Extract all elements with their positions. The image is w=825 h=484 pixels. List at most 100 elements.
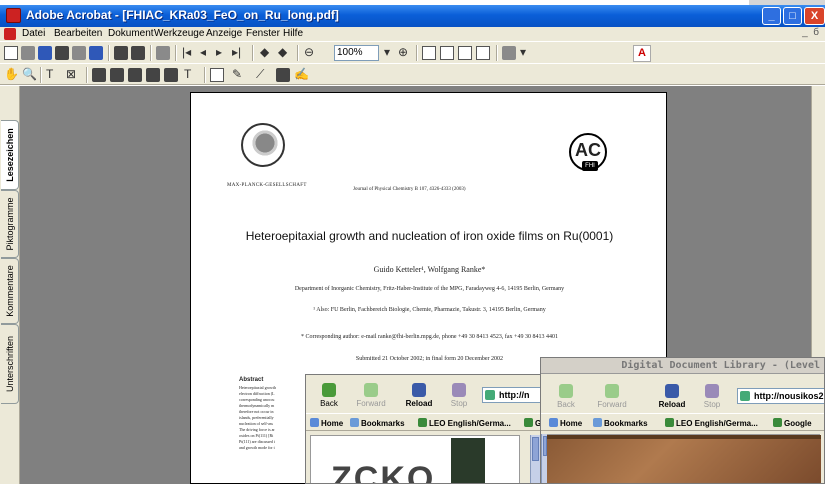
toolbar-tools: ✋ 🔍 T ⊠ T ✎ ⟋ ✍ [0,63,825,85]
document-icon[interactable] [4,28,16,40]
web-capture-icon[interactable] [89,46,103,60]
previous-view-icon[interactable]: ◆ [260,45,269,59]
menu-bar: Datei Bearbeiten Dokument Werkzeuge Anze… [0,27,825,41]
signature-tool-icon[interactable]: ✍ [294,67,309,81]
next-page-icon[interactable]: ▸ [216,45,222,59]
paper-authors: Guido Ketteler¹, Wolfgang Ranke* [373,265,486,274]
zoom-tool-icon[interactable]: 🔍 [22,67,37,81]
menu-datei[interactable]: Datei [22,28,45,39]
touchup-text-tool-icon[interactable]: T [184,67,191,81]
open-icon[interactable] [4,46,18,60]
text-select-tool-icon[interactable]: T [46,67,53,81]
browser-window-left[interactable]: Back Forward Reload Stop http://n Home B… [305,374,545,484]
menu-fenster[interactable]: Fenster [246,28,280,39]
forward-button-right[interactable]: Forward [595,384,629,409]
tab-piktogramme[interactable]: Piktogramme [1,190,19,258]
rotate-view-icon[interactable] [502,46,516,60]
browser-content-left[interactable]: ZCKO [310,435,520,483]
bookmark-leo-right[interactable]: LEO English/Germa... [665,418,758,428]
crop-tool-icon[interactable] [110,68,124,82]
browser-right-title[interactable]: Digital Document Library - (Level [541,358,824,374]
navigation-panel: Lesezeichen Piktogramme Kommentare Unter… [0,86,20,484]
browse-icon[interactable] [21,46,35,60]
find-icon[interactable] [114,46,128,60]
article-tool-icon[interactable] [92,68,106,82]
zoom-in-icon[interactable]: ⊕ [398,45,408,59]
search-icon[interactable] [131,46,145,60]
maximize-button[interactable]: □ [783,7,802,25]
bookmarks-menu-right[interactable]: Bookmarks [593,418,648,428]
print-icon[interactable] [55,46,69,60]
browser-window-right[interactable]: Digital Document Library - (Level Back F… [540,357,825,484]
previous-page-icon[interactable]: ◂ [200,45,206,59]
hand-tool-icon[interactable]: ✋ [4,67,19,81]
forward-button[interactable]: Forward [354,383,388,408]
browser-right-scrollbar[interactable] [541,434,547,483]
menu-hilfe[interactable]: Hilfe [283,28,303,39]
graphics-select-tool-icon[interactable]: ⊠ [66,67,76,81]
note-tool-icon[interactable] [210,68,224,82]
document-thumbnail[interactable] [451,438,485,483]
stop-button[interactable]: Stop [442,383,476,408]
menu-werkzeuge[interactable]: Werkzeuge [154,28,204,39]
email-icon[interactable] [72,46,86,60]
bookmarks-toolbar-right: Home Bookmarks LEO English/Germa... Goog… [541,413,824,431]
line-tool-icon[interactable]: ⟋ [256,67,264,82]
minimize-button[interactable]: _ [762,7,781,25]
bookmark-google-right[interactable]: Google [773,418,812,428]
url-input[interactable]: http://n [482,387,544,403]
bookmarks-menu[interactable]: Bookmarks [350,418,405,428]
fit-width-icon[interactable] [458,46,472,60]
adobe-logo-icon[interactable]: A [633,45,651,62]
back-arrow-icon [322,383,336,397]
fit-page-icon[interactable] [440,46,454,60]
browser-content-right[interactable] [545,434,821,483]
zoom-input[interactable]: 100% [334,45,379,61]
first-page-icon[interactable]: |◂ [182,45,191,59]
close-button[interactable]: X [804,7,825,25]
reload-button-right[interactable]: Reload [655,384,689,409]
back-button[interactable]: Back [312,383,346,408]
actual-size-icon[interactable] [422,46,436,60]
movie-tool-icon[interactable] [164,68,178,82]
menu-anzeige[interactable]: Anzeige [206,28,242,39]
stamp-tool-icon[interactable] [276,68,290,82]
bookmark-home-right[interactable]: Home [549,418,582,428]
browser-left-scrollbar[interactable] [530,435,540,483]
show-hide-navigation-icon[interactable] [156,46,170,60]
menu-bearbeiten[interactable]: Bearbeiten [54,28,102,39]
url-input-right[interactable]: http://nousikos2 [737,388,824,404]
next-view-icon[interactable]: ◆ [278,45,287,59]
document-window-controls[interactable]: _ б [802,27,819,38]
title-bar[interactable]: Adobe Acrobat - [FHIAC_KRa03_FeO_on_Ru_l… [0,5,825,27]
save-icon[interactable] [38,46,52,60]
last-page-icon[interactable]: ▸| [232,45,241,59]
stop-button-right[interactable]: Stop [695,384,729,409]
pencil-tool-icon[interactable]: ✎ [232,67,242,81]
bookmark-leo[interactable]: LEO English/Germa... [418,418,511,428]
fit-visible-icon[interactable] [476,46,490,60]
forward-arrow-icon [605,384,619,398]
back-arrow-icon [559,384,573,398]
manuscript-image [546,435,821,483]
bookmark-home[interactable]: Home [310,418,343,428]
rotate-dropdown-icon[interactable]: ▾ [520,45,526,59]
tab-unterschriften[interactable]: Unterschriften [1,324,19,404]
bookmarks-toolbar: Home Bookmarks LEO English/Germa... Goo [306,413,544,431]
forward-arrow-icon [364,383,378,397]
tab-lesezeichen[interactable]: Lesezeichen [1,120,19,190]
journal-reference: Journal of Physical Chemistry B 107, 432… [353,187,466,192]
menu-dokument[interactable]: Dokument [108,28,154,39]
form-tool-icon[interactable] [146,68,160,82]
reload-button[interactable]: Reload [402,383,436,408]
zoom-out-icon[interactable]: ⊖ [304,45,314,59]
paper-title: Heteroepitaxial growth and nucleation of… [245,229,614,243]
tab-kommentare[interactable]: Kommentare [1,258,19,324]
corresponding-author: * Corresponding author: e-mail ranke@fhi… [301,334,558,340]
reload-icon [665,384,679,398]
back-button-right[interactable]: Back [549,384,583,409]
zoom-dropdown-icon[interactable]: ▾ [384,45,390,59]
abstract-text: Heteroepitaxial growth electron diffract… [239,385,276,450]
acrobat-app-icon[interactable] [6,8,21,23]
link-tool-icon[interactable] [128,68,142,82]
